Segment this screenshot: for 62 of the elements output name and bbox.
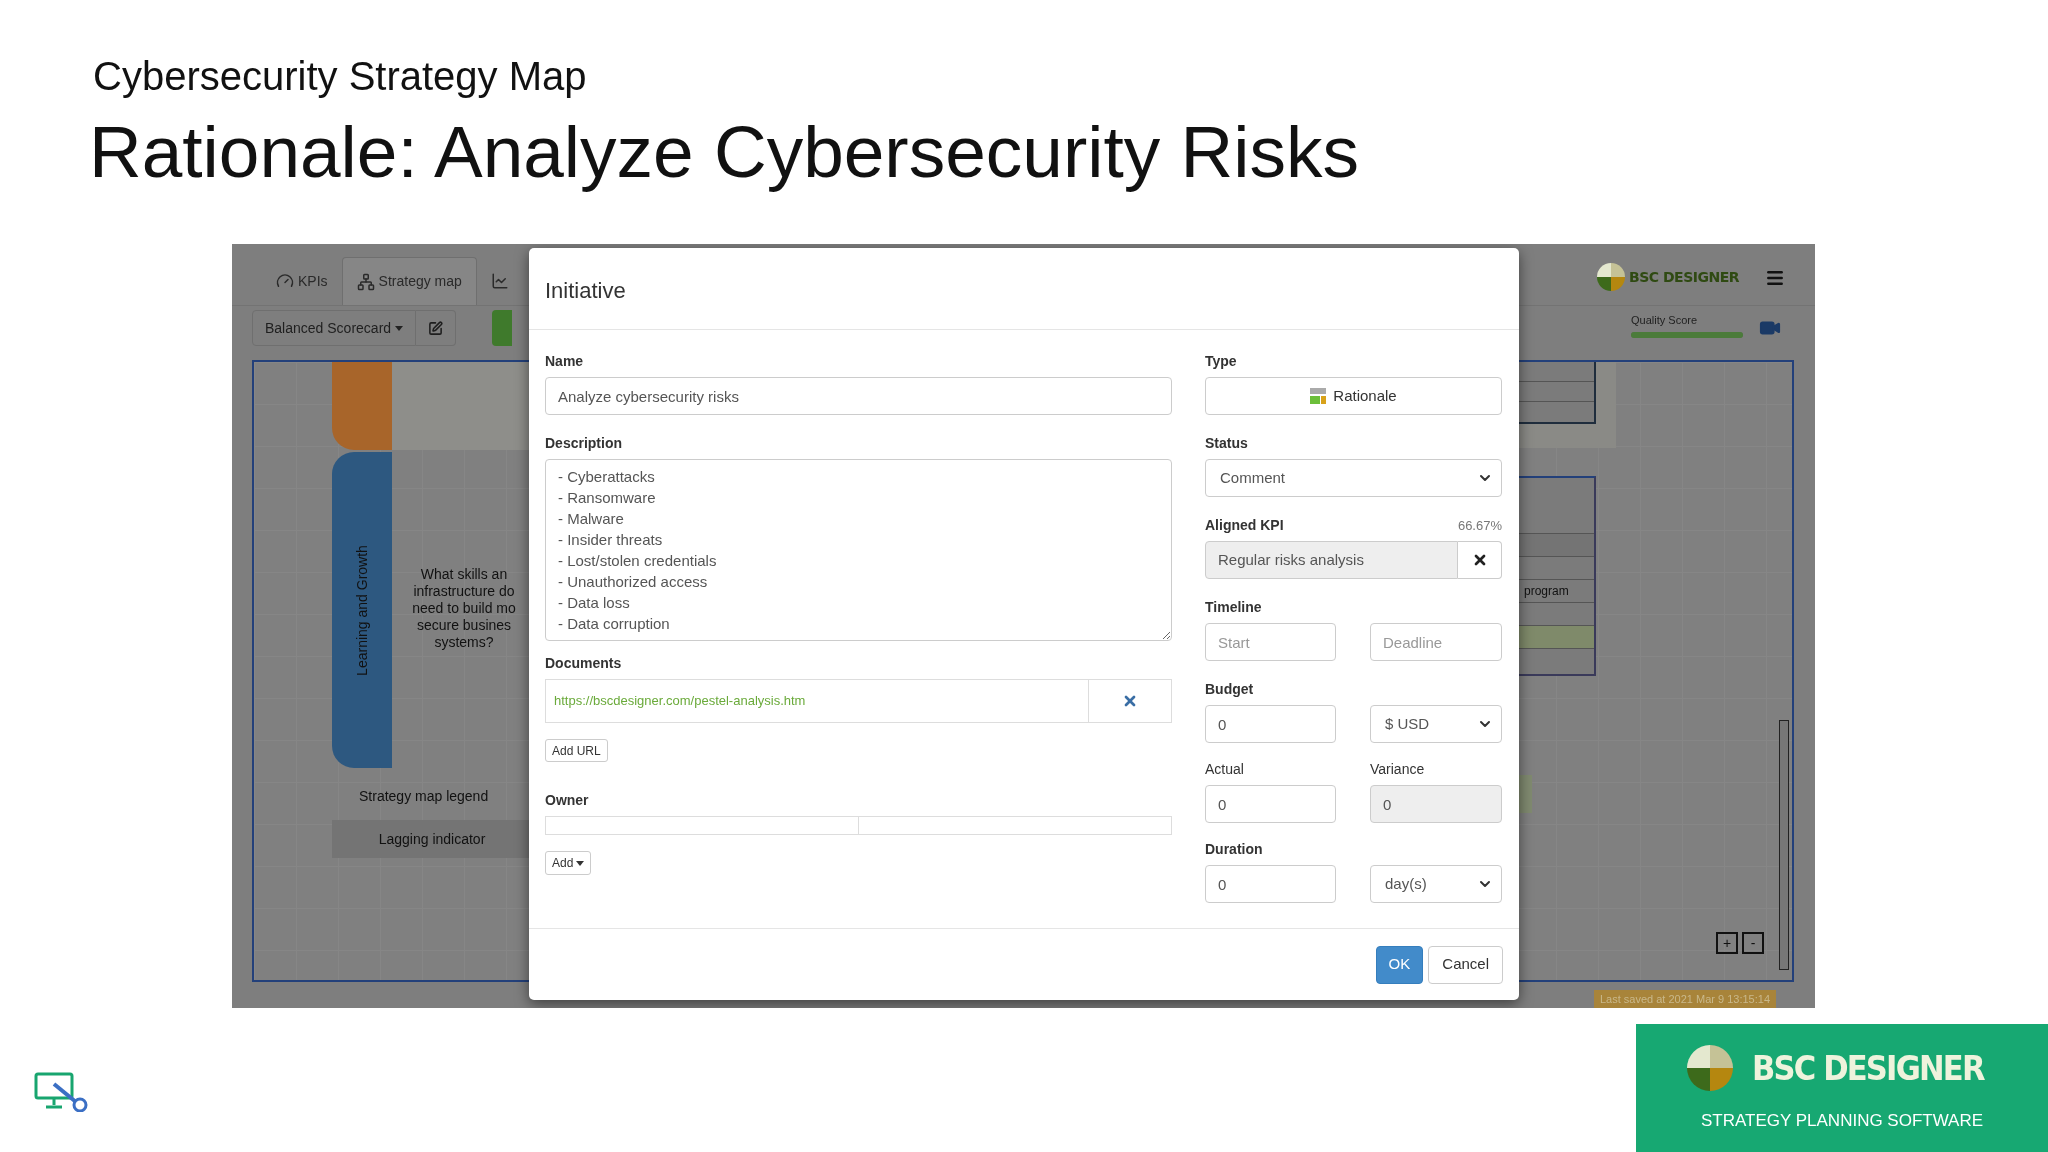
- scroll-bar[interactable]: [1779, 720, 1789, 970]
- cancel-button[interactable]: Cancel: [1428, 945, 1503, 984]
- name-field[interactable]: Analyze cybersecurity risks: [545, 377, 1172, 415]
- edit-icon: [428, 320, 444, 336]
- perspective-question: What skills an infrastructure do need to build mo secure busines systems?: [411, 566, 517, 651]
- add-url-button[interactable]: Add URL: [545, 739, 608, 762]
- perspective-label: Learning and Growth: [352, 544, 371, 676]
- duration-field[interactable]: 0: [1205, 865, 1336, 903]
- type-button[interactable]: Rationale: [1205, 377, 1502, 415]
- tab[interactable]: Strategy map: [341, 257, 477, 305]
- timeline-label: Timeline: [1205, 598, 1263, 617]
- legend-item: Lagging indicator: [332, 820, 532, 858]
- zoom-button[interactable]: +: [1716, 932, 1738, 954]
- start-field[interactable]: Start: [1205, 623, 1336, 661]
- caret-icon: [395, 325, 404, 331]
- logo-icon: [1597, 263, 1626, 291]
- budget-label: Budget: [1205, 680, 1255, 699]
- duration-label: Duration: [1205, 840, 1264, 859]
- quality-score-label: Quality Score: [1631, 312, 1699, 328]
- type-label: Type: [1205, 352, 1238, 371]
- budget-field[interactable]: 0: [1205, 705, 1336, 743]
- chart-icon: [490, 272, 509, 290]
- rationale-icon: [1310, 388, 1327, 404]
- remove-kpi-button[interactable]: [1458, 541, 1502, 579]
- menu-icon[interactable]: [1765, 268, 1785, 288]
- unit-select[interactable]: day(s): [1370, 865, 1502, 903]
- hierarchy-icon: [356, 272, 375, 291]
- documents-label: Documents: [545, 654, 623, 673]
- aligned-kpi-label: Aligned KPI: [1205, 516, 1284, 535]
- actual-label: Actual: [1205, 760, 1245, 779]
- edit-button[interactable]: [416, 310, 457, 346]
- currency-select[interactable]: $ USD: [1370, 705, 1502, 743]
- deadline-field[interactable]: Deadline: [1370, 623, 1502, 661]
- logo-text: BSC DESIGNER: [1629, 267, 1739, 287]
- legend-title: Strategy map legend: [359, 787, 489, 806]
- logo-icon: [1687, 1045, 1734, 1092]
- last-saved-badge: Last saved at 2021 Mar 9 13:15:14: [1594, 990, 1776, 1008]
- brand-name: BSC DESIGNER: [1752, 1046, 1984, 1090]
- actual-field[interactable]: 0: [1205, 785, 1336, 823]
- variance-label: Variance: [1370, 760, 1426, 779]
- monitor-key-icon: [34, 1072, 90, 1112]
- map-item-text: program: [1524, 583, 1569, 600]
- brand-tagline: STRATEGY PLANNING SOFTWARE: [1700, 1109, 1984, 1132]
- aligned-kpi-field[interactable]: Regular risks analysis: [1205, 541, 1458, 579]
- zoom-button[interactable]: -: [1742, 932, 1764, 954]
- remove-icon[interactable]: [1122, 693, 1138, 709]
- status-label: Status: [1205, 434, 1249, 453]
- status-select[interactable]: Comment: [1205, 459, 1502, 497]
- gauge-icon: [276, 272, 294, 290]
- add-button[interactable]: Add: [545, 851, 592, 875]
- name-label: Name: [545, 352, 585, 371]
- owner-label: Owner: [545, 791, 590, 810]
- tab[interactable]: KPIs: [262, 257, 342, 305]
- slide-title: Rationale: Analyze Cybersecurity Risks: [89, 110, 1360, 194]
- dialog-title: Initiative: [545, 277, 626, 305]
- description-field[interactable]: - Cyberattacks - Ransomware - Malware - Insider threats - Lost/stolen credentials - Unauthorized access - Data loss - Data corruption: [545, 459, 1172, 641]
- kpi-percent: 66.67%: [1457, 517, 1502, 535]
- ok-button[interactable]: OK: [1375, 945, 1424, 984]
- description-label: Description: [545, 434, 623, 453]
- caret-icon: [576, 860, 585, 866]
- slide-subtitle: Cybersecurity Strategy Map: [93, 53, 588, 100]
- scorecard-dropdown[interactable]: Balanced Scorecard: [252, 310, 417, 346]
